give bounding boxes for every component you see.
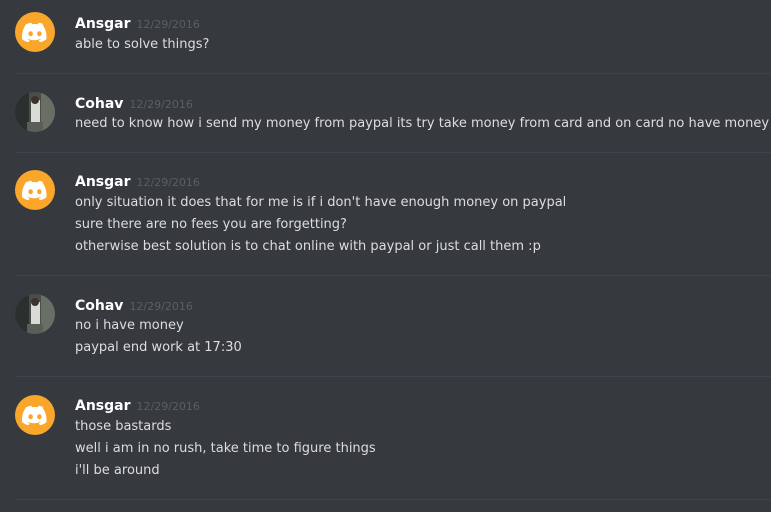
avatar[interactable] bbox=[15, 170, 55, 210]
discord-logo-icon bbox=[22, 22, 47, 42]
username[interactable]: Cohav bbox=[75, 298, 123, 314]
message-group: Cohav 12/29/2016 need to know how i send … bbox=[0, 74, 771, 151]
message-line: only situation it does that for me is if… bbox=[75, 195, 567, 210]
message-group: Ansgar 12/29/2016 able to solve things? bbox=[0, 0, 771, 73]
avatar[interactable] bbox=[15, 294, 55, 334]
avatar[interactable] bbox=[15, 395, 55, 435]
timestamp: 12/29/2016 bbox=[129, 300, 193, 313]
chat-messages: Ansgar 12/29/2016 able to solve things? C… bbox=[0, 0, 771, 512]
message-line: otherwise best solution is to chat onlin… bbox=[75, 239, 541, 254]
message-content: no i have money paypal end work at 17:30 bbox=[75, 315, 765, 359]
timestamp: 12/29/2016 bbox=[136, 176, 200, 189]
message-content: only situation it does that for me is if… bbox=[75, 192, 765, 258]
timestamp: 12/29/2016 bbox=[136, 400, 200, 413]
message-line: well i am in no rush, take time to figur… bbox=[75, 441, 376, 456]
message-line: no i have money bbox=[75, 318, 184, 333]
message-header: Cohav 12/29/2016 bbox=[75, 93, 193, 112]
timestamp: 12/29/2016 bbox=[129, 98, 193, 111]
message-line: i'll be around bbox=[75, 463, 160, 478]
timestamp: 12/29/2016 bbox=[136, 18, 200, 31]
message-content: those bastards well i am in no rush, tak… bbox=[75, 416, 765, 482]
username[interactable]: Ansgar bbox=[75, 174, 131, 190]
username[interactable]: Ansgar bbox=[75, 16, 131, 32]
message-header: Ansgar 12/29/2016 bbox=[75, 171, 200, 190]
message-content: need to know how i send my money from pa… bbox=[75, 113, 770, 135]
message-header: Ansgar 12/29/2016 bbox=[75, 13, 200, 32]
message-group: Cohav 12/29/2016 no i have money paypal e… bbox=[0, 276, 771, 375]
message-line: paypal end work at 17:30 bbox=[75, 340, 242, 355]
avatar[interactable] bbox=[15, 12, 55, 52]
message-line: those bastards bbox=[75, 419, 172, 434]
user-photo-icon bbox=[15, 92, 55, 132]
user-photo-icon bbox=[15, 294, 55, 334]
message-header: Cohav 12/29/2016 bbox=[75, 295, 193, 314]
username[interactable]: Cohav bbox=[75, 96, 123, 112]
message-content: able to solve things? bbox=[75, 34, 765, 56]
username[interactable]: Ansgar bbox=[75, 398, 131, 414]
message-group: Ansgar 12/29/2016 only situation it does … bbox=[0, 153, 771, 274]
message-divider bbox=[15, 499, 771, 500]
avatar[interactable] bbox=[15, 92, 55, 132]
message-group: Ansgar 12/29/2016 those bastards well i a… bbox=[0, 377, 771, 498]
discord-logo-icon bbox=[22, 180, 47, 200]
discord-logo-icon bbox=[22, 405, 47, 425]
message-line: able to solve things? bbox=[75, 37, 210, 52]
message-line: sure there are no fees you are forgettin… bbox=[75, 217, 347, 232]
message-header: Ansgar 12/29/2016 bbox=[75, 395, 200, 414]
message-line: need to know how i send my money from pa… bbox=[75, 116, 770, 131]
